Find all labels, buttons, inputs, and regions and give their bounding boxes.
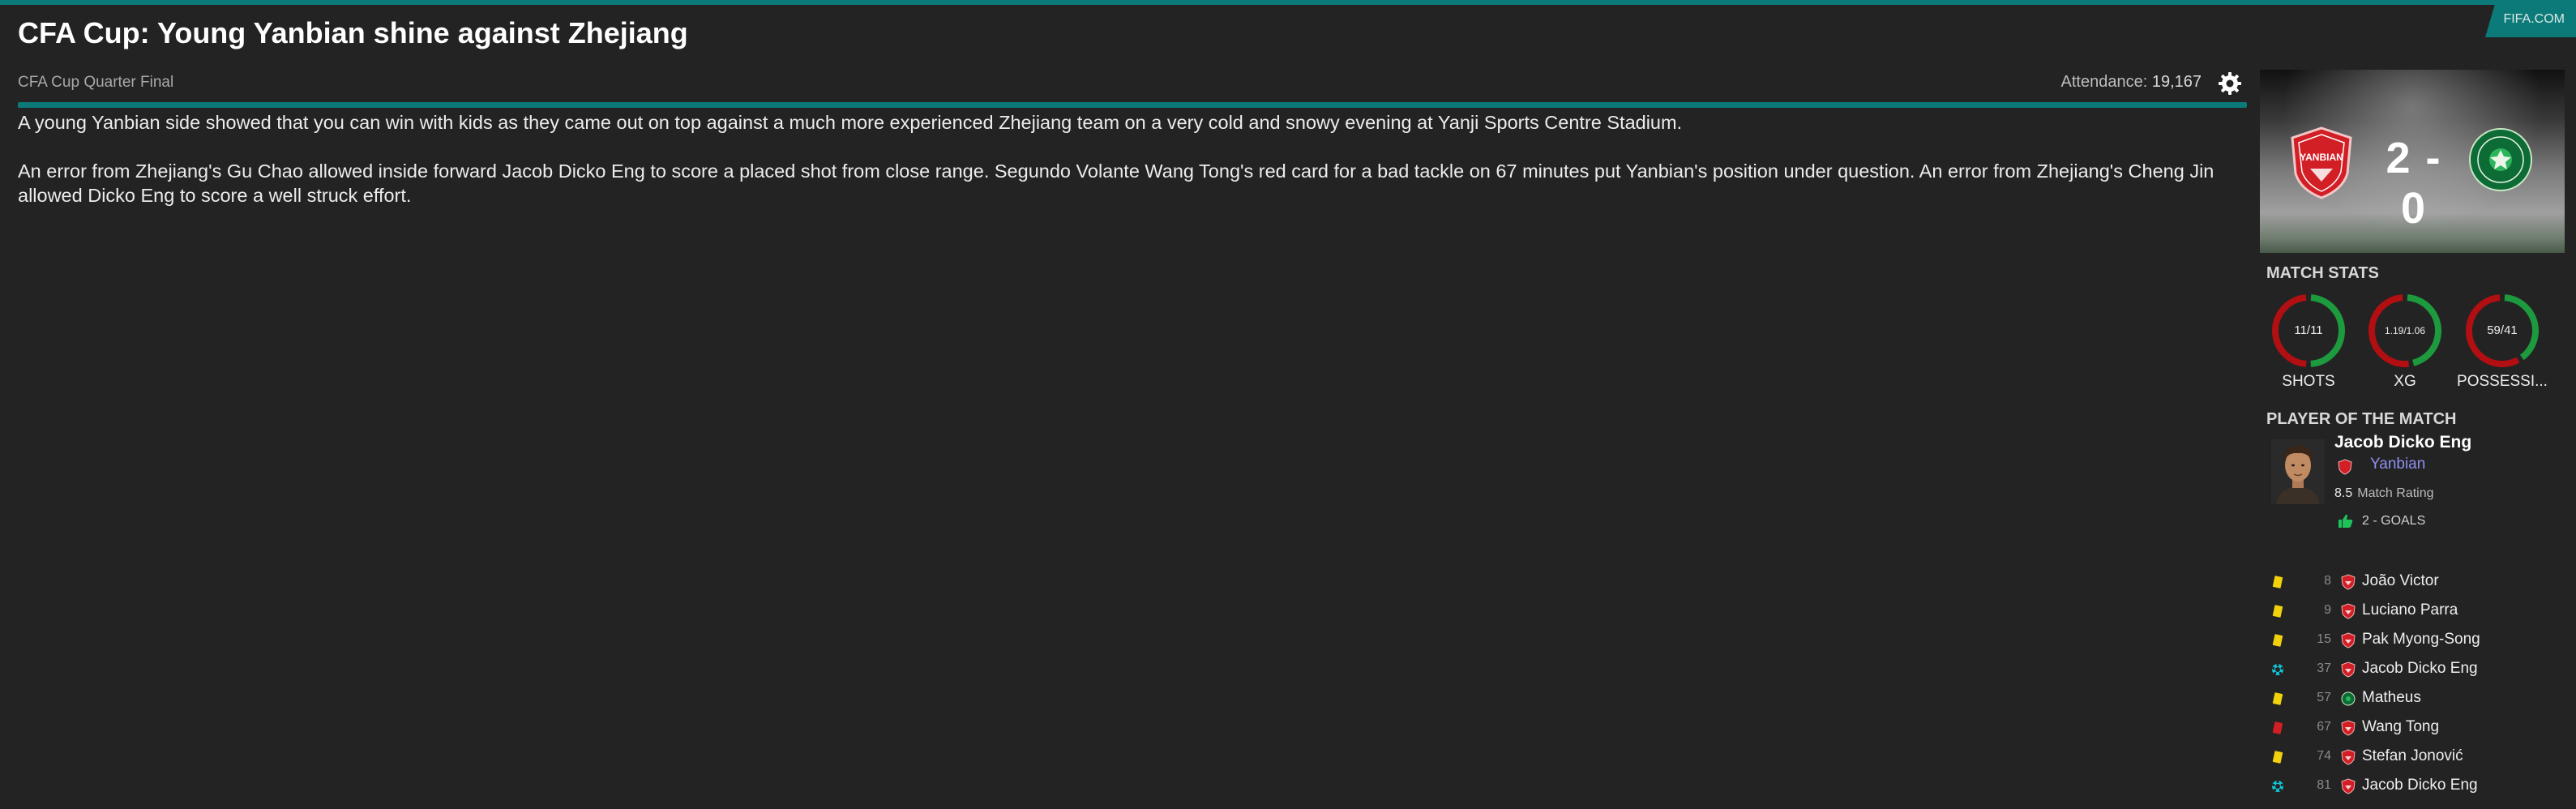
scoreboard: YANBIAN 2 - 0 — [2260, 70, 2565, 253]
article-body: A young Yanbian side showed that you can… — [18, 110, 2239, 232]
home-crest-text: YANBIAN — [2300, 152, 2343, 163]
event-row[interactable]: 9 Luciano Parra — [2266, 597, 2565, 626]
headline: CFA Cup: Young Yanbian shine against Zhe… — [18, 16, 688, 49]
event-row[interactable]: 81 Jacob Dicko Eng — [2266, 772, 2565, 801]
yanbian-crest-icon — [2341, 778, 2356, 794]
event-player[interactable]: Jacob Dicko Eng — [2362, 777, 2478, 794]
competition-label: CFA Cup Quarter Final — [18, 74, 174, 91]
stat-xg: 1.19/1.06 XG — [2356, 292, 2454, 391]
gear-icon[interactable] — [2218, 71, 2242, 96]
potm-title: PLAYER OF THE MATCH — [2266, 410, 2457, 428]
event-player[interactable]: Matheus — [2362, 689, 2421, 707]
yellow-card-icon — [2272, 605, 2283, 618]
attendance: Attendance: 19,167 — [2061, 73, 2202, 92]
ball-icon — [2272, 663, 2283, 675]
source-label: FIFA.COM — [2503, 12, 2565, 26]
match-sidebar: YANBIAN 2 - 0 MATCH STATS 11/11 SHOTS 1.… — [2260, 70, 2565, 794]
event-minute: 57 — [2317, 691, 2331, 704]
potm-goals-label: 2 - GOALS — [2362, 514, 2426, 528]
article-paragraph: An error from Zhejiang's Gu Chao allowed… — [18, 161, 2214, 206]
match-events: 8 João Victor 9 Luciano Parra 15 Pak Myong-So… — [2266, 567, 2565, 801]
score: 2 - 0 — [2386, 134, 2442, 233]
potm-goals: 2 - GOALS — [2338, 514, 2425, 529]
event-player[interactable]: Luciano Parra — [2362, 601, 2458, 619]
attendance-value: 19,167 — [2151, 73, 2202, 91]
thumbs-up-icon — [2339, 514, 2353, 528]
event-row[interactable]: 57 Matheus — [2266, 684, 2565, 713]
event-player[interactable]: Wang Tong — [2362, 718, 2439, 736]
yanbian-crest-icon — [2341, 632, 2356, 648]
stat-value: 11/11 — [2294, 323, 2323, 337]
event-player[interactable]: Pak Myong-Song — [2362, 631, 2480, 648]
stat-label: POSSESSI... — [2457, 373, 2548, 390]
red-card-icon — [2272, 721, 2283, 734]
article-paragraph: A young Yanbian side showed that you can… — [18, 112, 1683, 133]
yanbian-crest-icon: YANBIAN — [2291, 126, 2352, 199]
attendance-label: Attendance: — [2060, 73, 2148, 91]
top-accent-line — [0, 0, 2576, 5]
yanbian-crest-icon — [2341, 574, 2356, 590]
stat-value: 59/41 — [2487, 323, 2518, 337]
match-info-bar: CFA Cup Quarter Final Attendance: 19,167 — [18, 71, 2247, 96]
yanbian-crest-icon — [2338, 459, 2352, 475]
zhejiang-crest-icon — [2341, 691, 2356, 706]
stat-label: SHOTS — [2282, 373, 2335, 390]
yellow-card-icon — [2272, 692, 2283, 705]
event-row[interactable]: 8 João Victor — [2266, 567, 2565, 597]
potm-rating-value: 8.5 — [2334, 486, 2353, 500]
event-row[interactable]: 37 Jacob Dicko Eng — [2266, 655, 2565, 684]
event-player[interactable]: João Victor — [2362, 572, 2439, 590]
event-row[interactable]: 67 Wang Tong — [2266, 713, 2565, 743]
yellow-card-icon — [2272, 751, 2283, 764]
event-row[interactable]: 15 Pak Myong-Song — [2266, 626, 2565, 655]
event-minute: 74 — [2317, 749, 2331, 763]
stat-possession: 59/41 POSSESSI... — [2454, 292, 2551, 391]
yanbian-crest-icon — [2341, 603, 2356, 619]
match-stats-title: MATCH STATS — [2266, 264, 2379, 282]
stat-value: 1.19/1.06 — [2384, 325, 2426, 336]
potm-name[interactable]: Jacob Dicko Eng — [2334, 433, 2471, 452]
header-divider — [18, 102, 2247, 108]
source-tab[interactable]: FIFA.COM — [2485, 0, 2576, 37]
yellow-card-icon — [2272, 576, 2283, 589]
event-minute: 9 — [2324, 603, 2331, 617]
event-minute: 15 — [2317, 632, 2331, 646]
potm-rating: 8.5 Match Rating — [2334, 486, 2434, 501]
ball-icon — [2272, 780, 2283, 792]
event-row[interactable]: 74 Stefan Jonović — [2266, 743, 2565, 772]
potm-team[interactable]: Yanbian — [2334, 456, 2426, 475]
stat-shots: 11/11 SHOTS — [2260, 292, 2357, 391]
event-minute: 8 — [2324, 574, 2331, 588]
zhejiang-crest-icon — [2469, 128, 2532, 191]
event-minute: 37 — [2317, 661, 2331, 675]
yanbian-crest-icon — [2341, 749, 2356, 765]
yanbian-crest-icon — [2341, 661, 2356, 678]
potm-rating-label: Match Rating — [2357, 486, 2434, 500]
event-minute: 67 — [2317, 720, 2331, 734]
event-player[interactable]: Stefan Jonović — [2362, 747, 2463, 765]
potm-team-label: Yanbian — [2370, 456, 2426, 473]
player-avatar[interactable] — [2271, 439, 2325, 504]
yanbian-crest-icon — [2341, 720, 2356, 736]
yellow-card-icon — [2272, 634, 2283, 647]
event-player[interactable]: Jacob Dicko Eng — [2362, 660, 2478, 678]
stat-label: XG — [2394, 373, 2416, 390]
event-minute: 81 — [2317, 778, 2331, 792]
